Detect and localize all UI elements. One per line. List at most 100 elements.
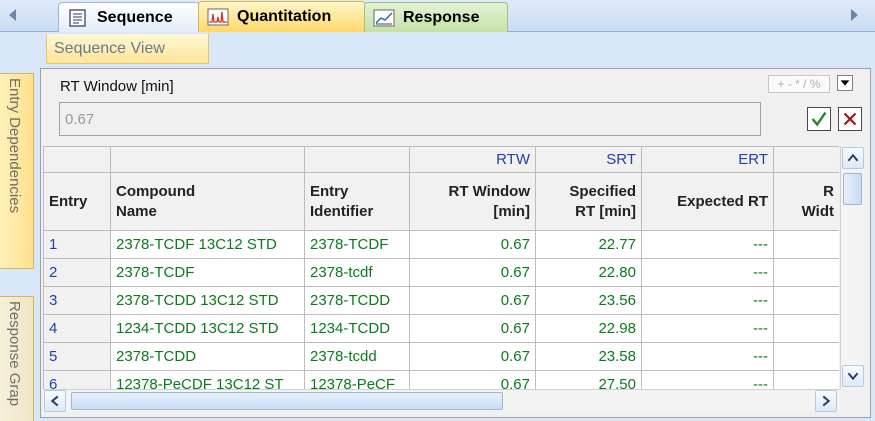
horizontal-scrollbar[interactable] bbox=[43, 389, 840, 412]
dropdown-arrow-icon[interactable] bbox=[837, 75, 853, 91]
tab-strip: Sequence Quantitation Response bbox=[0, 0, 875, 32]
column-header[interactable]: Compound Name bbox=[110, 172, 305, 231]
ert-cell[interactable]: --- bbox=[641, 258, 774, 287]
vertical-scroll-thumb[interactable] bbox=[843, 173, 862, 205]
tab-sequence[interactable]: Sequence bbox=[58, 2, 200, 32]
scroll-right-icon[interactable] bbox=[815, 390, 837, 412]
abbr-cell bbox=[304, 146, 410, 173]
vertical-scrollbar[interactable] bbox=[840, 146, 864, 389]
identifier-cell[interactable]: 2378-TCDF bbox=[304, 230, 410, 259]
cancel-x-icon[interactable] bbox=[838, 107, 862, 131]
table-row[interactable]: 1 2378-TCDF 13C12 STD 2378-TCDF 0.67 22.… bbox=[43, 230, 839, 259]
width-cell[interactable] bbox=[773, 314, 839, 343]
tab-quantitation[interactable]: Quantitation bbox=[198, 1, 366, 32]
entry-dependencies-tab[interactable]: Entry Dependencies bbox=[0, 73, 34, 269]
rtw-cell[interactable]: 0.67 bbox=[409, 370, 536, 389]
line-chart-icon bbox=[373, 9, 395, 26]
column-header[interactable]: RT Window [min] bbox=[409, 172, 536, 231]
tab-quantitation-label: Quantitation bbox=[237, 8, 332, 25]
header-row: Entry Compound Name Entry Identifier RT Wi… bbox=[43, 172, 839, 231]
rtw-cell[interactable]: 0.67 bbox=[409, 258, 536, 287]
abbr-cell bbox=[110, 146, 305, 173]
compound-grid: RTW SRT ERT Entry Compound Name Entry Iden… bbox=[43, 146, 839, 389]
sequence-view-tab[interactable]: Sequence View bbox=[46, 34, 209, 64]
table-row[interactable]: 2 2378-TCDF 2378-tcdf 0.67 22.80 --- bbox=[43, 258, 839, 287]
response-graph-label: Response Grap bbox=[6, 301, 23, 407]
rtw-cell[interactable]: 0.67 bbox=[409, 342, 536, 371]
abbr-cell: RTW bbox=[409, 146, 536, 173]
srt-cell[interactable]: 22.80 bbox=[535, 258, 642, 287]
compound-cell[interactable]: 2378-TCDF bbox=[110, 258, 305, 287]
column-header[interactable]: Entry bbox=[43, 172, 111, 231]
width-cell[interactable] bbox=[773, 258, 839, 287]
width-cell[interactable] bbox=[773, 230, 839, 259]
entry-cell[interactable]: 4 bbox=[43, 314, 111, 343]
identifier-cell[interactable]: 2378-tcdd bbox=[304, 342, 410, 371]
ert-cell[interactable]: --- bbox=[641, 286, 774, 315]
table-row[interactable]: 3 2378-TCDD 13C12 STD 2378-TCDD 0.67 23.… bbox=[43, 286, 839, 315]
ert-cell[interactable]: --- bbox=[641, 314, 774, 343]
formula-input[interactable]: 0.67 bbox=[59, 102, 761, 136]
srt-cell[interactable]: 27.50 bbox=[535, 370, 642, 389]
abbr-cell bbox=[773, 146, 839, 173]
abbr-cell bbox=[43, 146, 111, 173]
entry-cell[interactable]: 2 bbox=[43, 258, 111, 287]
compound-cell[interactable]: 2378-TCDF 13C12 STD bbox=[110, 230, 305, 259]
horizontal-scroll-thumb[interactable] bbox=[71, 392, 503, 410]
ert-cell[interactable]: --- bbox=[641, 370, 774, 389]
tab-response[interactable]: Response bbox=[364, 2, 508, 32]
document-icon bbox=[69, 8, 86, 27]
abbreviation-row: RTW SRT ERT bbox=[43, 146, 839, 173]
rtw-cell[interactable]: 0.67 bbox=[409, 286, 536, 315]
table-row[interactable]: 6 12378-PeCDF 13C12 ST 12378-PeCF 0.67 2… bbox=[43, 370, 839, 389]
confirm-check-icon[interactable] bbox=[807, 107, 831, 131]
tab-response-label: Response bbox=[403, 8, 480, 26]
quantitation-panel: RT Window [min] + - * / % 0.67 RTW SRT E… bbox=[40, 68, 871, 418]
compound-cell[interactable]: 2378-TCDD 13C12 STD bbox=[110, 286, 305, 315]
entry-dependencies-label: Entry Dependencies bbox=[6, 78, 23, 214]
scroll-left-arrow-icon[interactable] bbox=[6, 7, 20, 23]
entry-cell[interactable]: 6 bbox=[43, 370, 111, 389]
sequence-view-label: Sequence View bbox=[54, 39, 165, 57]
identifier-cell[interactable]: 12378-PeCF bbox=[304, 370, 410, 389]
compound-cell[interactable]: 12378-PeCDF 13C12 ST bbox=[110, 370, 305, 389]
response-graph-tab[interactable]: Response Grap bbox=[0, 296, 34, 421]
column-header[interactable]: Specified RT [min] bbox=[535, 172, 642, 231]
width-cell[interactable] bbox=[773, 370, 839, 389]
ert-cell[interactable]: --- bbox=[641, 342, 774, 371]
operator-buttons[interactable]: + - * / % bbox=[768, 75, 830, 93]
entry-cell[interactable]: 1 bbox=[43, 230, 111, 259]
identifier-cell[interactable]: 2378-TCDD bbox=[304, 286, 410, 315]
scroll-right-arrow-icon[interactable] bbox=[847, 7, 861, 23]
column-header[interactable]: Entry Identifier bbox=[304, 172, 410, 231]
identifier-cell[interactable]: 2378-tcdf bbox=[304, 258, 410, 287]
ert-cell[interactable]: --- bbox=[641, 230, 774, 259]
entry-cell[interactable]: 3 bbox=[43, 286, 111, 315]
compound-table: RTW SRT ERT Entry Compound Name Entry Iden… bbox=[43, 146, 839, 389]
abbr-cell: ERT bbox=[641, 146, 774, 173]
scroll-down-icon[interactable] bbox=[842, 365, 864, 387]
table-row[interactable]: 4 1234-TCDD 13C12 STD 1234-TCDD 0.67 22.… bbox=[43, 314, 839, 343]
table-row[interactable]: 5 2378-TCDD 2378-tcdd 0.67 23.58 --- bbox=[43, 342, 839, 371]
field-label: RT Window [min] bbox=[60, 78, 174, 95]
abbr-cell: SRT bbox=[535, 146, 642, 173]
scrollbar-corner bbox=[840, 389, 864, 411]
srt-cell[interactable]: 23.56 bbox=[535, 286, 642, 315]
identifier-cell[interactable]: 1234-TCDD bbox=[304, 314, 410, 343]
srt-cell[interactable]: 23.58 bbox=[535, 342, 642, 371]
scroll-up-icon[interactable] bbox=[842, 147, 864, 169]
chromatogram-icon bbox=[207, 8, 229, 26]
srt-cell[interactable]: 22.77 bbox=[535, 230, 642, 259]
srt-cell[interactable]: 22.98 bbox=[535, 314, 642, 343]
width-cell[interactable] bbox=[773, 342, 839, 371]
column-header[interactable]: Expected RT bbox=[641, 172, 774, 231]
compound-cell[interactable]: 2378-TCDD bbox=[110, 342, 305, 371]
tab-sequence-label: Sequence bbox=[97, 8, 173, 26]
entry-cell[interactable]: 5 bbox=[43, 342, 111, 371]
rtw-cell[interactable]: 0.67 bbox=[409, 230, 536, 259]
column-header[interactable]: R Widt bbox=[773, 172, 839, 231]
scroll-left-icon[interactable] bbox=[44, 390, 66, 412]
width-cell[interactable] bbox=[773, 286, 839, 315]
rtw-cell[interactable]: 0.67 bbox=[409, 314, 536, 343]
compound-cell[interactable]: 1234-TCDD 13C12 STD bbox=[110, 314, 305, 343]
